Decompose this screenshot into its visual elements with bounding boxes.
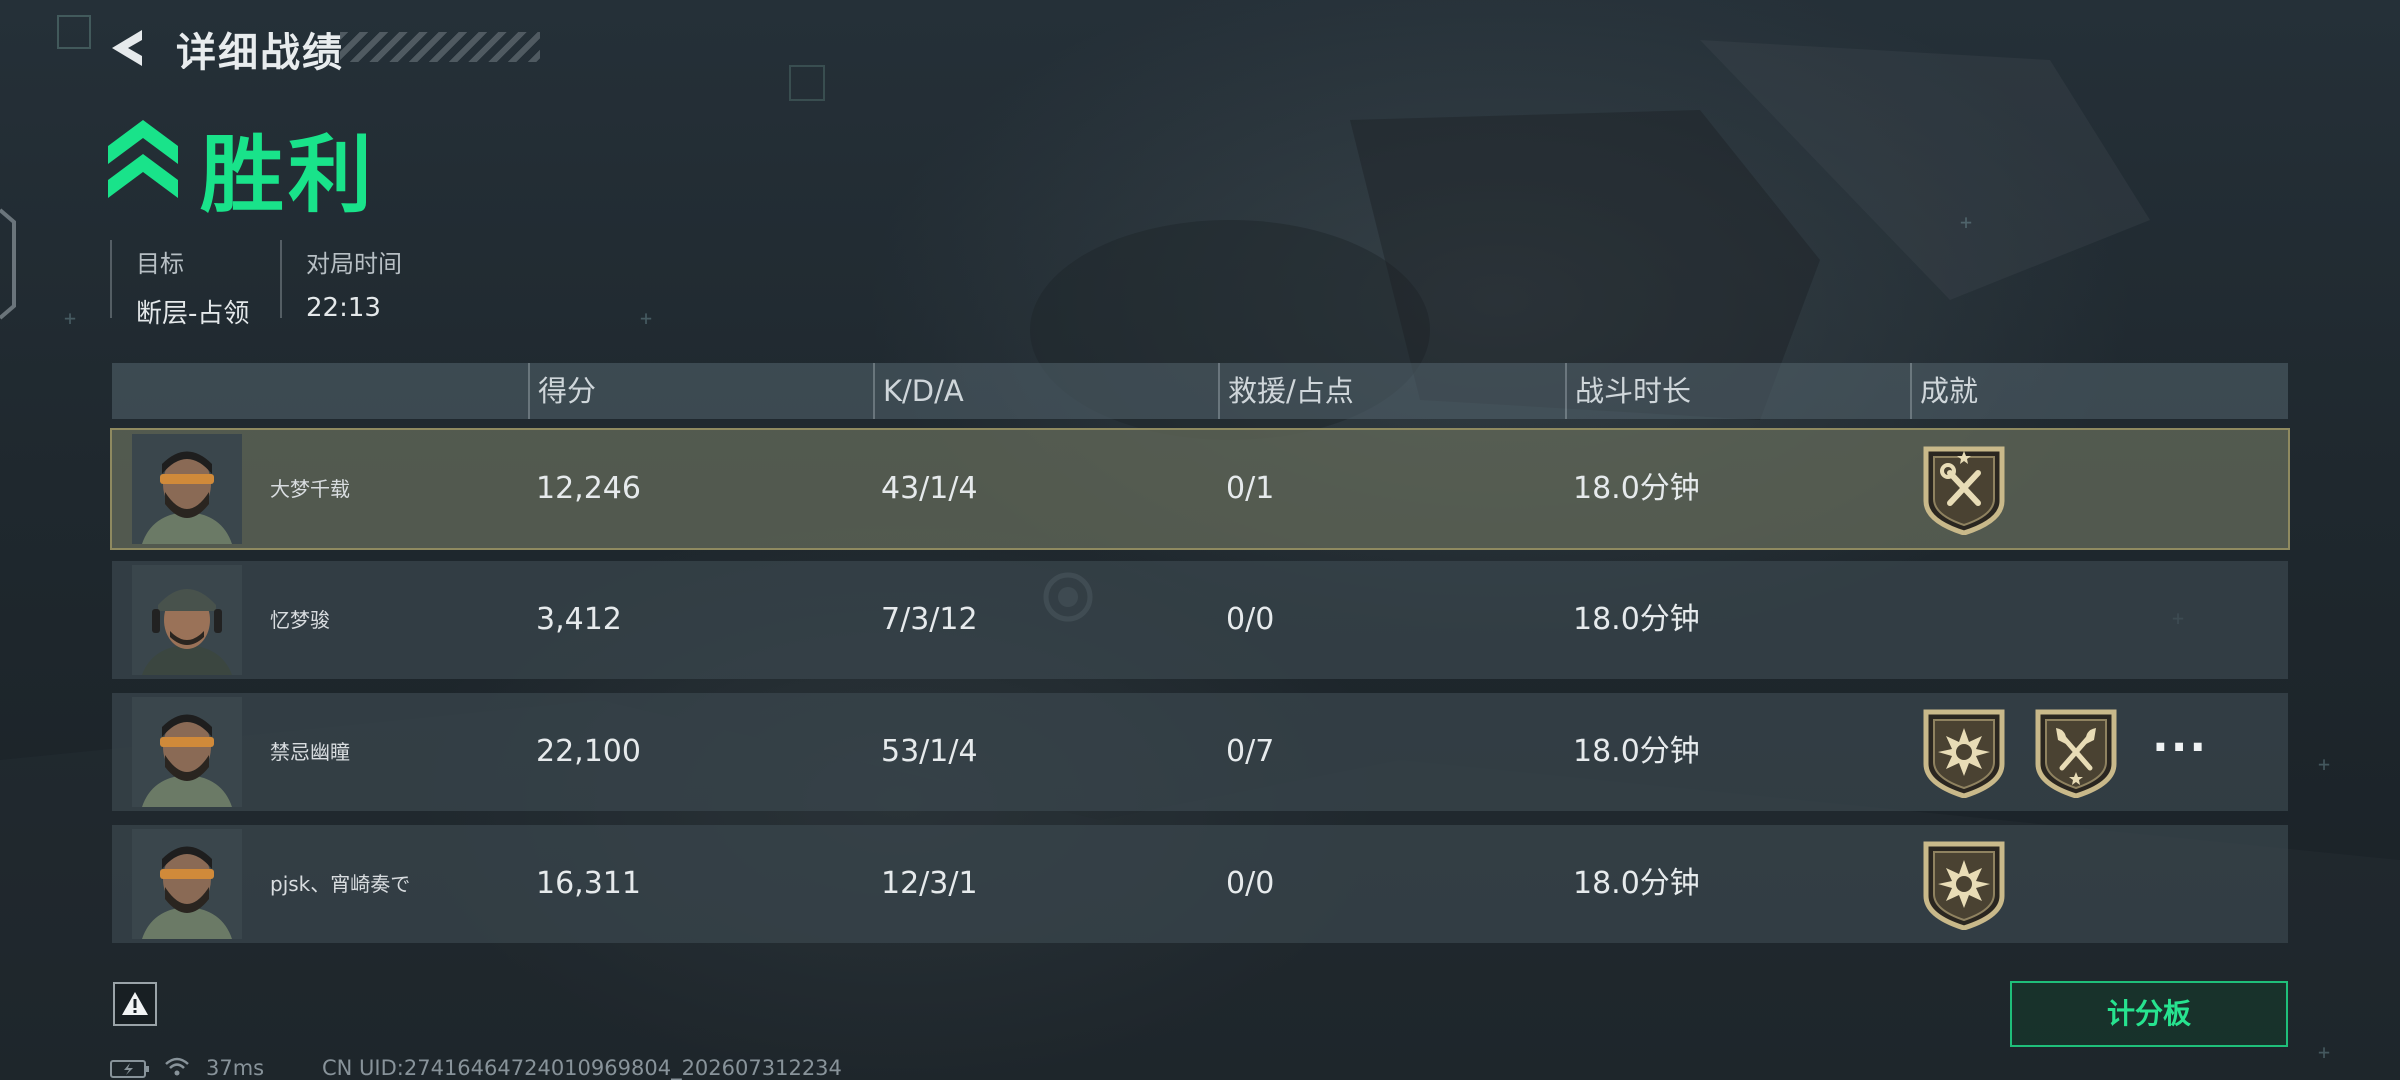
axe-badge-icon[interactable] [2032, 706, 2120, 798]
match-details-screen: + + + + + + 详细战绩 胜利 目标 断层-占领 对局时间 22:13 … [0, 0, 2400, 1080]
player-avatar [132, 434, 242, 544]
player-name: pjsk、宵崎奏で [270, 872, 411, 896]
burst-badge-icon[interactable] [1920, 838, 2008, 930]
uid-text: CN UID:2741646472401096​9804_20260731223… [322, 1056, 842, 1080]
table-header: 得分 K/D/A 救援/占点 战斗时长 成就 [112, 363, 2288, 419]
grid-cross: + [64, 306, 77, 330]
objective-info: 目标 断层-占领 [110, 240, 249, 329]
table-row[interactable]: 大梦千载 12,246 43/1/4 0/1 18.0分钟 [110, 428, 2290, 550]
player-avatar [132, 565, 242, 675]
objective-value: 断层-占领 [136, 299, 250, 329]
scoreboard-button[interactable]: 计分板 [2010, 981, 2288, 1047]
player-time: 18.0分钟 [1573, 866, 1700, 901]
column-achievements: 成就 [1910, 363, 1978, 419]
battery-icon [110, 1060, 149, 1078]
table-row[interactable]: 忆梦骏 3,412 7/3/12 0/0 18.0分钟 [112, 561, 2288, 679]
player-rescue: 0/1 [1226, 471, 1275, 506]
title-decoration [340, 32, 540, 62]
player-kda: 7/3/12 [881, 602, 978, 637]
player-avatar [132, 829, 242, 939]
warning-icon [122, 992, 148, 1015]
column-kda: K/D/A [873, 363, 964, 419]
player-score: 22,100 [536, 734, 641, 769]
player-rescue: 0/7 [1226, 734, 1275, 769]
column-time: 战斗时长 [1565, 363, 1691, 419]
player-time: 18.0分钟 [1573, 602, 1700, 637]
player-kda: 53/1/4 [881, 734, 978, 769]
duration-label: 对局时间 [306, 250, 402, 278]
grid-cross: + [2318, 752, 2331, 776]
victory-chevron-icon [108, 120, 178, 198]
match-result: 胜利 [200, 126, 377, 224]
table-row[interactable]: 禁忌幽瞳 22,100 53/1/4 0/7 18.0分钟 ··· [112, 693, 2288, 811]
player-score: 12,246 [536, 471, 641, 506]
player-rescue: 0/0 [1226, 602, 1275, 637]
duration-value: 22:13 [306, 293, 381, 323]
column-score: 得分 [528, 363, 596, 419]
duration-info: 对局时间 22:13 [280, 240, 402, 323]
ping-value: 37ms [206, 1056, 265, 1080]
wifi-icon [165, 1057, 189, 1076]
table-row[interactable]: pjsk、宵崎奏で 16,311 12/3/1 0/0 18.0分钟 [112, 825, 2288, 943]
grid-cross: + [1960, 210, 1973, 234]
player-score: 3,412 [536, 602, 622, 637]
player-name: 大梦千载 [270, 477, 350, 501]
player-kda: 43/1/4 [881, 471, 978, 506]
page-title: 详细战绩 [176, 30, 344, 76]
player-time: 18.0分钟 [1573, 734, 1700, 769]
player-name: 禁忌幽瞳 [270, 740, 350, 764]
back-arrow-icon[interactable] [106, 24, 154, 72]
wrench-badge-icon[interactable] [1920, 443, 2008, 535]
more-achievements-button[interactable]: ··· [2152, 693, 2208, 811]
burst-badge-icon[interactable] [1920, 706, 2008, 798]
objective-label: 目标 [136, 250, 184, 278]
grid-cross: + [640, 306, 653, 330]
player-name: 忆梦骏 [270, 608, 330, 632]
report-button[interactable] [113, 982, 157, 1026]
player-score: 16,311 [536, 866, 641, 901]
grid-cross: + [2318, 1040, 2331, 1064]
player-time: 18.0分钟 [1573, 471, 1700, 506]
player-rescue: 0/0 [1226, 866, 1275, 901]
player-kda: 12/3/1 [881, 866, 978, 901]
player-avatar [132, 697, 242, 807]
column-rescue: 救援/占点 [1218, 363, 1354, 419]
